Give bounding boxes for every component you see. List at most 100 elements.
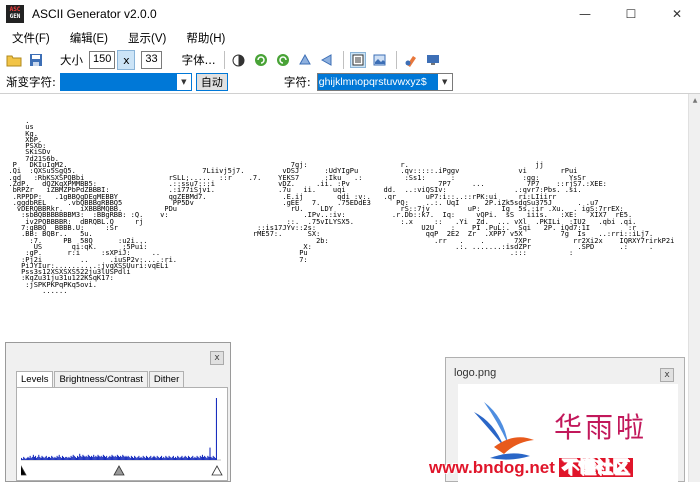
chevron-down-icon[interactable]: ▼: [176, 74, 191, 90]
histogram-bar: [92, 456, 94, 460]
menu-view[interactable]: 显示(V): [116, 30, 174, 46]
histogram-bar: [140, 456, 142, 460]
screen-icon[interactable]: [425, 52, 441, 68]
settings-toolbar: 渐变字符: ▼ 自动 字符: ghijklmnopqrstuvwxyz$ ▼: [0, 72, 700, 92]
histogram-bar: [47, 456, 49, 460]
menu-file[interactable]: 文件(F): [0, 30, 58, 46]
text-view-icon[interactable]: [349, 52, 366, 68]
histogram-bar: [93, 454, 95, 460]
histogram-bar: [83, 455, 85, 460]
histogram-bar: [73, 455, 75, 460]
histogram-bar: [50, 457, 52, 460]
invert-icon[interactable]: [231, 52, 247, 68]
scroll-up-icon[interactable]: ▲: [689, 94, 700, 106]
histogram-bar: [117, 455, 119, 460]
histogram-bar: [194, 456, 196, 460]
image-view-icon[interactable]: [372, 52, 388, 68]
histogram-bar: [134, 455, 136, 460]
histogram-bar: [189, 456, 191, 460]
histogram-bar: [98, 455, 100, 460]
black-point-slider[interactable]: [21, 465, 27, 476]
histogram-bar: [97, 454, 99, 460]
height-input[interactable]: 33: [141, 51, 162, 69]
rotate-right-icon[interactable]: [253, 52, 269, 68]
font-button[interactable]: 字体...: [182, 52, 216, 68]
title-bar: ASC GEN ASCII Generator v2.0.0 — ☐ ✕: [0, 0, 700, 28]
histogram-bar: [94, 456, 96, 460]
logo-close-button[interactable]: x: [660, 368, 674, 382]
flip-horizontal-icon[interactable]: [319, 52, 335, 68]
histogram-bar: [111, 454, 113, 460]
histogram-bar: [173, 457, 175, 460]
tab-dither[interactable]: Dither: [148, 371, 185, 387]
histogram-bar: [99, 456, 101, 460]
histogram-bar: [155, 457, 157, 460]
histogram-bar: [196, 455, 198, 460]
histogram-bar: [84, 456, 86, 460]
chars-combo[interactable]: ghijklmnopqrstuvwxyz$ ▼: [316, 73, 453, 91]
histogram-bar: [67, 457, 69, 460]
histogram-chart: [21, 398, 223, 476]
histogram-bar: [152, 456, 154, 460]
save-icon[interactable]: [28, 52, 44, 68]
histogram-bar: [41, 455, 43, 460]
chevron-down-icon[interactable]: ▼: [437, 74, 452, 90]
histogram-bar: [183, 456, 185, 460]
gradient-chars-selection[interactable]: [60, 74, 177, 90]
levels-close-button[interactable]: x: [210, 351, 224, 365]
histogram-bar: [38, 454, 40, 460]
histogram-bar: [112, 455, 114, 460]
histogram-bar: [212, 455, 214, 460]
histogram-bar: [44, 456, 46, 460]
midpoint-slider[interactable]: [113, 465, 125, 476]
histogram-bar: [121, 456, 123, 460]
histogram-bar: [102, 454, 104, 460]
chars-input[interactable]: ghijklmnopqrstuvwxyz$: [317, 74, 438, 90]
histogram-bar: [148, 457, 150, 460]
tab-levels[interactable]: Levels: [16, 371, 54, 388]
histogram-bar: [66, 456, 68, 460]
histogram-bar: [75, 457, 77, 460]
main-toolbar: 大小 150 x 33 字体...: [0, 48, 700, 72]
histogram-bar: [190, 457, 192, 460]
histogram-bar: [95, 455, 97, 460]
histogram-bar: [101, 456, 103, 460]
histogram-bar: [198, 457, 200, 460]
menu-help[interactable]: 帮助(H): [174, 30, 233, 46]
histogram-bar: [33, 456, 35, 460]
menu-bar: 文件(F) 编辑(E) 显示(V) 帮助(H): [0, 28, 700, 48]
gradient-chars-combo[interactable]: ▼: [59, 73, 192, 91]
toolbar-separator-2: [342, 51, 344, 69]
rotate-left-icon[interactable]: [275, 52, 291, 68]
close-button[interactable]: ✕: [654, 0, 700, 28]
histogram-bar: [46, 457, 48, 460]
open-folder-icon[interactable]: [6, 52, 22, 68]
maximize-button[interactable]: ☐: [608, 0, 654, 28]
histogram-bar: [116, 454, 118, 460]
histogram-bar: [119, 456, 121, 460]
histogram-bar: [133, 457, 135, 460]
menu-edit[interactable]: 编辑(E): [58, 30, 116, 46]
histogram-bar: [209, 447, 211, 460]
color-icon[interactable]: [403, 52, 419, 68]
lock-ratio-toggle[interactable]: x: [117, 50, 136, 70]
histogram-bar: [182, 457, 184, 460]
histogram-bar: [88, 455, 90, 460]
histogram-bar: [165, 455, 167, 460]
histogram-bar: [170, 457, 172, 460]
histogram-bar: [192, 455, 194, 460]
histogram-bar: [42, 456, 44, 460]
vertical-scrollbar[interactable]: ▲: [688, 94, 700, 482]
histogram-bar: [113, 456, 115, 460]
tab-brightness-contrast[interactable]: Brightness/Contrast: [54, 371, 148, 387]
histogram-bar: [72, 454, 74, 460]
histogram-bar: [187, 455, 189, 460]
histogram-bar: [68, 456, 70, 460]
histogram-bar: [162, 457, 164, 460]
white-point-slider[interactable]: [211, 465, 223, 476]
minimize-button[interactable]: —: [562, 0, 608, 28]
histogram-bar: [176, 457, 178, 460]
flip-vertical-icon[interactable]: [297, 52, 313, 68]
width-input[interactable]: 150: [89, 51, 116, 69]
auto-button[interactable]: 自动: [195, 73, 228, 91]
